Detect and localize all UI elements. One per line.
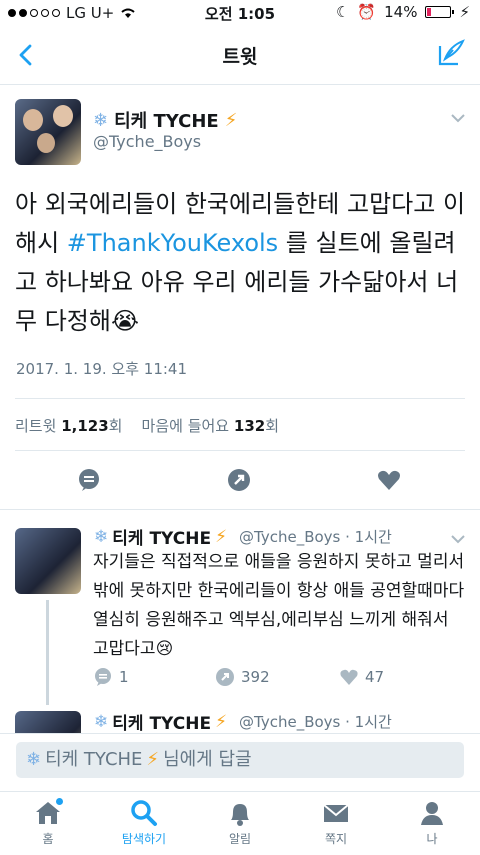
hashtag-link[interactable]: #ThankYouKexols (67, 229, 278, 257)
author-name: 티케 TYCHE (114, 111, 219, 132)
reply-icon[interactable] (76, 467, 102, 493)
chevron-down-icon[interactable] (450, 534, 466, 544)
lightning-icon: ⚡ (215, 526, 228, 547)
snowflake-icon: ❄ (94, 711, 109, 732)
reply-button[interactable]: 1 (93, 667, 129, 687)
battery-percent: 14% (384, 3, 418, 21)
thread-line (46, 600, 49, 705)
reply-text: 자기들은 직접적으로 애들을 응원하지 못하고 멀리서밖에 못하지만 한국에리들… (93, 552, 465, 659)
retweet-icon (216, 668, 234, 686)
charging-icon: ⚡ (459, 3, 470, 21)
snowflake-icon: ❄ (93, 109, 109, 131)
tweet-actions (0, 465, 480, 499)
reply-author[interactable]: ❄ 티케 TYCHE ⚡ @Tyche_Boys · 1시간 (94, 709, 392, 734)
reply-icon (95, 668, 111, 686)
home-icon (33, 798, 63, 828)
page-title: 트윗 (222, 46, 258, 68)
divider (15, 450, 465, 451)
divider (15, 398, 465, 399)
search-icon (129, 798, 159, 828)
crying-emoji-icon: 😢 (155, 639, 174, 659)
snowflake-icon: ❄ (94, 526, 109, 547)
lightning-icon: ⚡ (215, 711, 228, 732)
lightning-icon: ⚡ (146, 749, 160, 770)
avatar[interactable] (15, 528, 81, 594)
tab-search[interactable]: 탐색하기 (96, 798, 192, 847)
tab-me[interactable]: 나 (384, 798, 480, 847)
person-icon (417, 798, 447, 828)
retweet-button[interactable]: 392 (215, 667, 270, 687)
mail-icon (321, 798, 351, 828)
alarm-icon: ⏰ (357, 3, 377, 21)
reply-bar: ❄ 티케 TYCHE ⚡ 님에게 답글 (0, 733, 480, 792)
reply-handle-time: @Tyche_Boys · 1시간 (239, 528, 392, 546)
compose-icon[interactable] (436, 38, 466, 68)
retweets-stat[interactable]: 리트윗 1,123회 (15, 417, 122, 435)
tweet-stats: 리트윗 1,123회 마음에 들어요 132회 (15, 415, 279, 436)
avatar[interactable] (15, 99, 81, 165)
like-icon (340, 669, 358, 685)
avatar[interactable] (15, 711, 81, 733)
tweet-author[interactable]: ❄ 티케 TYCHE ⚡ (93, 107, 237, 133)
crying-emoji-icon: 😭 (110, 307, 139, 335)
like-button[interactable]: 47 (339, 667, 384, 687)
bell-icon (225, 798, 255, 828)
nav-bar: 트윗 (0, 26, 480, 85)
notification-dot (56, 798, 63, 805)
moon-icon: ☾ (335, 3, 350, 21)
reply-tweet[interactable]: ❄ 티케 TYCHE ⚡ @Tyche_Boys · 1시간 자기들은 직접적으… (0, 510, 480, 710)
retweet-icon[interactable] (226, 467, 252, 493)
snowflake-icon: ❄ (26, 749, 42, 770)
likes-stat[interactable]: 마음에 들어요 132회 (142, 417, 279, 435)
like-icon[interactable] (376, 467, 402, 493)
author-handle[interactable]: @Tyche_Boys (93, 132, 201, 151)
tab-bar: 홈 탐색하기 알림 쪽지 나 (0, 791, 480, 855)
reply-author[interactable]: ❄ 티케 TYCHE ⚡ @Tyche_Boys · 1시간 (94, 524, 392, 550)
status-bar: LG U+ 오전 1:05 ☾ ⏰ 14% ⚡ (0, 0, 480, 26)
tweet-text: 아 외국에리들이 한국에리들한테 고맙다고 이 해시 #ThankYouKexo… (15, 190, 466, 335)
chevron-down-icon[interactable] (450, 113, 466, 123)
tab-notifications[interactable]: 알림 (192, 798, 288, 847)
lightning-icon: ⚡ (224, 109, 238, 131)
battery-icon (425, 6, 455, 18)
reply-input[interactable]: ❄ 티케 TYCHE ⚡ 님에게 답글 (16, 742, 464, 778)
tab-home[interactable]: 홈 (0, 798, 96, 847)
next-reply-tweet[interactable]: ❄ 티케 TYCHE ⚡ @Tyche_Boys · 1시간 (0, 705, 480, 733)
tweet-timestamp: 2017. 1. 19. 오후 11:41 (16, 360, 188, 378)
tab-messages[interactable]: 쪽지 (288, 798, 384, 847)
